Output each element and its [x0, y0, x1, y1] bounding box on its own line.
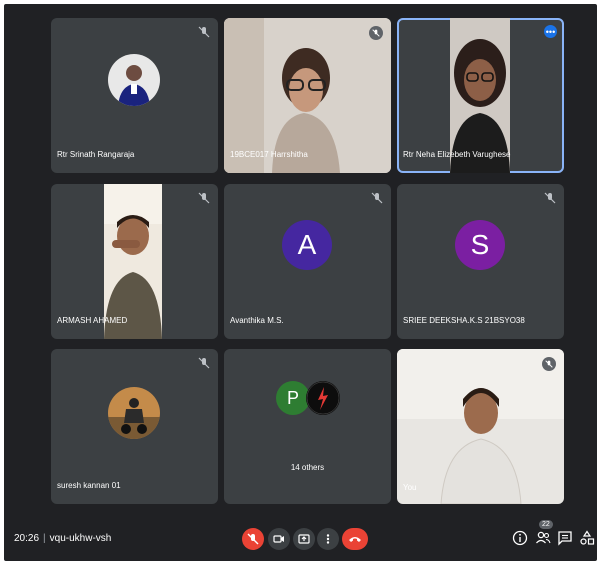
participant-tile[interactable]: S SRIEE DEEKSHA.K.S 21BSYO38 [397, 184, 564, 339]
others-tile[interactable]: P 14 others [224, 349, 391, 504]
participant-avatar [306, 381, 340, 415]
participant-name: suresh kannan 01 [57, 481, 121, 490]
camera-toggle-button[interactable] [268, 528, 290, 550]
mic-off-icon [542, 357, 556, 371]
participant-avatar: A [282, 220, 332, 270]
participant-avatar: S [455, 220, 505, 270]
mic-off-icon [544, 192, 556, 204]
mic-off-icon [198, 192, 210, 204]
meeting-code: vqu-ukhw-vsh [49, 533, 112, 544]
more-vert-icon [326, 534, 330, 544]
participant-avatar [108, 387, 160, 439]
participant-avatar: P [276, 381, 310, 415]
participant-tile[interactable]: ARMASH AHAMED [51, 184, 218, 339]
meeting-controls-bar: 20:26 | vqu-ukhw-vsh 22 [4, 520, 597, 561]
more-options-icon[interactable]: ••• [544, 25, 557, 38]
participant-avatar [108, 54, 160, 106]
self-video [397, 349, 564, 504]
participant-tile[interactable]: 19BCE017 Harrshitha [224, 18, 391, 173]
meet-window: Rtr Srinath Rangaraja 19BCE017 Harrshith… [4, 4, 597, 561]
mic-off-icon [198, 357, 210, 369]
people-button[interactable]: 22 [534, 520, 553, 547]
participant-tile[interactable]: Rtr Srinath Rangaraja [51, 18, 218, 173]
camera-icon [273, 535, 284, 543]
participant-name: Avanthika M.S. [230, 316, 284, 325]
participant-name: You [403, 483, 417, 492]
present-button[interactable] [293, 528, 315, 550]
others-count-label: 14 others [290, 463, 325, 472]
mic-off-icon [247, 533, 259, 545]
participant-tile[interactable]: A Avanthika M.S. [224, 184, 391, 339]
present-icon [298, 534, 310, 544]
people-icon [536, 531, 551, 544]
participant-tile[interactable]: suresh kannan 01 [51, 349, 218, 504]
participant-count-badge: 22 [539, 520, 553, 529]
info-icon[interactable] [512, 530, 528, 546]
self-tile[interactable]: You [397, 349, 564, 504]
chat-icon[interactable] [557, 530, 573, 546]
end-call-button[interactable] [342, 528, 368, 550]
participant-name: 19BCE017 Harrshitha [230, 150, 308, 159]
participant-name: SRIEE DEEKSHA.K.S 21BSYO38 [403, 316, 525, 325]
meeting-info: 20:26 | vqu-ukhw-vsh [14, 533, 112, 544]
participant-name: Rtr Srinath Rangaraja [57, 150, 135, 159]
mic-toggle-button[interactable] [242, 528, 264, 550]
activities-icon[interactable] [579, 530, 595, 546]
participant-name: Rtr Neha Elizebeth Varughese [403, 150, 511, 159]
mic-off-icon [371, 192, 383, 204]
more-options-button[interactable] [317, 528, 339, 550]
participant-tile[interactable]: ••• Rtr Neha Elizebeth Varughese [397, 18, 564, 173]
mic-off-icon [198, 26, 210, 38]
mic-off-icon [369, 26, 383, 40]
clock-time: 20:26 [14, 533, 40, 544]
end-call-icon [349, 537, 361, 542]
participant-name: ARMASH AHAMED [57, 316, 128, 325]
